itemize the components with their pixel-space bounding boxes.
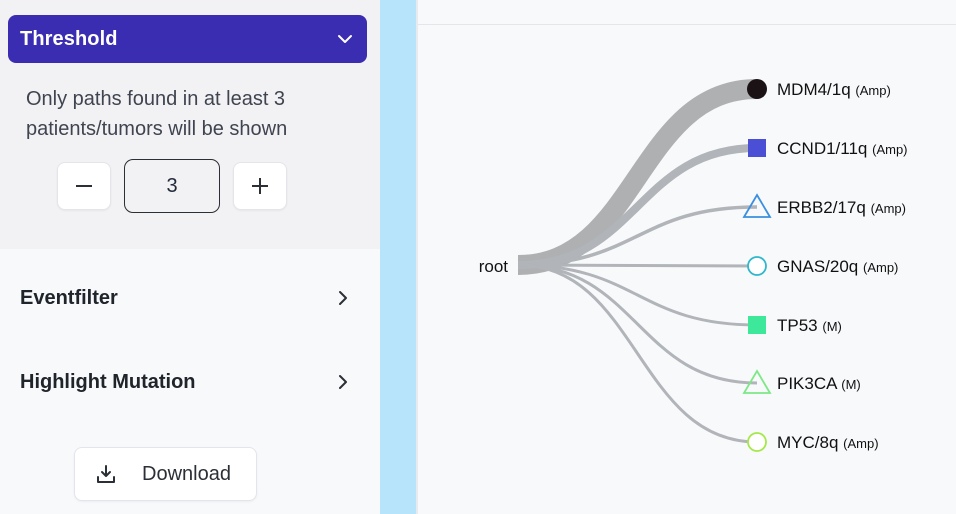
sidebar-item-label: Eventfilter <box>20 286 118 309</box>
decrement-button[interactable] <box>57 162 111 210</box>
node-name: MYC/8q <box>777 433 843 452</box>
tree-view: MDM4/1q (Amp) CCND1/11q (Amp) ERBB2/17q (A… <box>416 0 956 514</box>
sidebar-item-eventfilter[interactable]: Eventfilter <box>0 274 380 322</box>
node-name: GNAS/20q <box>777 257 863 276</box>
node-type: (M) <box>841 377 861 392</box>
sidebar-item-highlight-mutation[interactable]: Highlight Mutation <box>0 358 380 406</box>
mutation-tree: MDM4/1q (Amp)CCND1/11q (Amp)ERBB2/17q (A… <box>479 79 908 452</box>
download-icon <box>97 465 115 483</box>
download-button[interactable]: Download <box>74 447 257 501</box>
node-label: MYC/8q (Amp) <box>777 433 879 452</box>
node-label: ERBB2/17q (Amp) <box>777 198 906 217</box>
download-label: Download <box>142 462 231 485</box>
node-square-icon <box>748 316 766 334</box>
sidebar: Threshold Only paths found in at least 3… <box>0 0 380 514</box>
node-type: (Amp) <box>843 436 878 451</box>
node-name: MDM4/1q <box>777 80 855 99</box>
tree-link <box>517 263 758 444</box>
tree-link <box>517 79 758 275</box>
node-label: MDM4/1q (Amp) <box>777 80 891 99</box>
tree-nodes: MDM4/1q (Amp)CCND1/11q (Amp)ERBB2/17q (A… <box>742 79 908 452</box>
tree-links <box>517 79 758 444</box>
chevron-down-icon <box>338 35 352 43</box>
node-type: (M) <box>822 319 842 334</box>
node-label: CCND1/11q (Amp) <box>777 139 908 158</box>
node-type: (Amp) <box>855 83 890 98</box>
increment-button[interactable] <box>233 162 287 210</box>
node-type: (Amp) <box>863 260 898 275</box>
minus-icon <box>76 185 92 187</box>
node-name: CCND1/11q <box>777 139 872 158</box>
plus-icon <box>252 178 268 194</box>
chevron-right-icon <box>339 291 347 305</box>
node-label: TP53 (M) <box>777 316 842 335</box>
node-name: ERBB2/17q <box>777 198 871 217</box>
node-name: PIK3CA <box>777 374 841 393</box>
node-circle-icon <box>747 256 767 276</box>
threshold-panel: Threshold Only paths found in at least 3… <box>0 0 380 249</box>
node-square-icon <box>748 139 766 157</box>
node-name: TP53 <box>777 316 822 335</box>
tree-node[interactable]: MDM4/1q (Amp) <box>747 79 891 99</box>
tree-link <box>517 263 758 327</box>
node-circle-icon <box>747 432 767 452</box>
tree-node[interactable]: TP53 (M) <box>748 316 842 335</box>
tree-node[interactable]: ERBB2/17q (Amp) <box>742 193 906 218</box>
tree-node[interactable]: GNAS/20q (Amp) <box>747 256 898 276</box>
tree-node[interactable]: MYC/8q (Amp) <box>747 432 879 452</box>
tree-node[interactable]: CCND1/11q (Amp) <box>748 139 908 158</box>
chevron-right-icon <box>339 375 347 389</box>
threshold-title: Threshold <box>20 27 118 50</box>
panel-splitter[interactable] <box>380 0 416 514</box>
tree-node[interactable]: PIK3CA (M) <box>742 369 861 394</box>
node-label: GNAS/20q (Amp) <box>777 257 898 276</box>
node-type: (Amp) <box>872 142 907 157</box>
threshold-header[interactable]: Threshold <box>8 15 367 63</box>
node-circle-icon <box>747 79 767 99</box>
threshold-description: Only paths found in at least 3 patients/… <box>26 88 288 140</box>
node-type: (Amp) <box>871 201 906 216</box>
node-label: PIK3CA (M) <box>777 374 861 393</box>
root-label: root <box>479 257 509 276</box>
threshold-input[interactable] <box>124 159 220 213</box>
sidebar-item-label: Highlight Mutation <box>20 370 196 393</box>
